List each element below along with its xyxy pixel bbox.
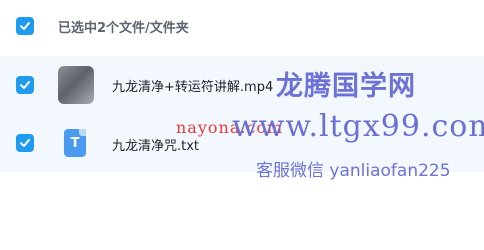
text-file-icon: T (64, 129, 86, 157)
file-checkbox-video[interactable] (16, 76, 34, 94)
watermark-url: www.ltgx99.com (232, 109, 484, 144)
watermark-service: 客服微信 yanliaofan225 (256, 161, 451, 181)
text-file-icon-letter: T (70, 135, 80, 151)
select-all-checkbox[interactable] (16, 17, 34, 35)
file-name-text[interactable]: 九龙清净咒.txt (112, 135, 199, 154)
check-icon (20, 22, 30, 30)
selection-summary: 已选中2个文件/文件夹 (58, 21, 189, 36)
selection-header: 已选中2个文件/文件夹 (0, 0, 484, 52)
check-icon (20, 139, 30, 147)
check-icon (20, 81, 30, 89)
file-checkbox-text[interactable] (16, 134, 34, 152)
watermark-title: 龙腾国学网 (276, 71, 416, 102)
video-thumbnail (58, 66, 94, 104)
file-name-video[interactable]: 九龙清净+转运符讲解.mp4 (112, 76, 273, 95)
